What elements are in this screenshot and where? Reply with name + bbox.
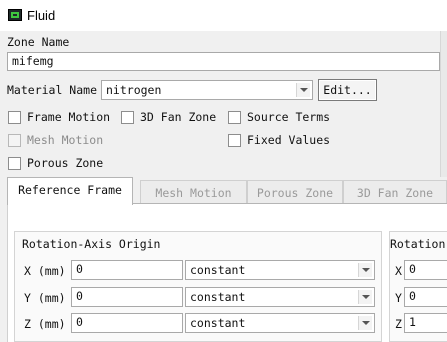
tab-mesh-motion[interactable]: Mesh Motion [140,180,247,204]
zone-name-field[interactable]: mifemg [7,52,440,71]
tab-reference-frame[interactable]: Reference Frame [7,177,133,205]
window-edge [440,31,447,177]
fluent-app-icon [8,9,22,21]
rotation-axis-origin-title: Rotation-Axis Origin [22,237,161,251]
fan-zone-checkbox[interactable]: 3D Fan Zone [121,110,216,124]
source-terms-checkbox[interactable]: Source Terms [228,110,330,124]
tab-porous-zone[interactable]: Porous Zone [247,180,343,204]
checkbox-box[interactable] [121,110,134,124]
direction-x-label: X [395,264,402,278]
zone-tabs: Reference Frame Mesh Motion Porous Zone … [7,177,447,205]
chevron-down-icon[interactable] [358,316,372,330]
fixed-values-checkbox[interactable]: Fixed Values [228,133,330,147]
checkbox-box[interactable] [8,156,21,170]
direction-y-field[interactable]: 0 [404,287,447,307]
origin-z-field[interactable]: 0 [71,313,183,333]
material-name-value: nitrogen [106,83,162,97]
fan-zone-label: 3D Fan Zone [140,110,217,124]
porous-zone-label: Porous Zone [27,156,104,170]
title-bar: Fluid [0,0,447,31]
frame-motion-checkbox[interactable]: Frame Motion [8,110,110,124]
origin-x-label: X (mm) [24,264,66,278]
mesh-motion-label: Mesh Motion [27,133,104,147]
mesh-motion-checkbox[interactable]: Mesh Motion [8,133,103,147]
origin-y-field[interactable]: 0 [71,287,183,307]
checkbox-box[interactable] [8,133,21,147]
origin-x-method-dropdown[interactable]: constant [185,260,375,280]
origin-y-label: Y (mm) [24,291,66,305]
zone-name-label: Zone Name [7,35,70,49]
material-name-label: Material Name [7,83,98,97]
edit-material-button[interactable]: Edit... [318,79,377,101]
tab-3d-fan-zone[interactable]: 3D Fan Zone [343,180,447,204]
checkbox-box[interactable] [8,110,21,124]
origin-x-method-value: constant [190,263,246,277]
origin-y-method-value: constant [190,290,246,304]
origin-y-method-dropdown[interactable]: constant [185,287,375,307]
window-title: Fluid [27,8,56,23]
porous-zone-checkbox[interactable]: Porous Zone [8,156,103,170]
rotation-axis-direction-title: Rotation [390,237,446,251]
fixed-values-label: Fixed Values [247,133,331,147]
checkbox-box[interactable] [228,110,241,124]
chevron-down-icon[interactable] [358,263,372,277]
origin-z-label: Z (mm) [24,317,66,331]
direction-z-field[interactable]: 1 [404,313,447,333]
chevron-down-icon[interactable] [296,83,310,97]
source-terms-label: Source Terms [247,110,331,124]
chevron-down-icon[interactable] [358,290,372,304]
material-name-dropdown[interactable]: nitrogen [101,80,313,100]
direction-x-field[interactable]: 0 [404,260,447,280]
origin-z-method-value: constant [190,316,246,330]
origin-x-field[interactable]: 0 [71,260,183,280]
direction-y-label: Y [395,291,402,305]
origin-z-method-dropdown[interactable]: constant [185,313,375,333]
frame-motion-label: Frame Motion [27,110,111,124]
checkbox-box[interactable] [228,133,241,147]
direction-z-label: Z [395,317,402,331]
